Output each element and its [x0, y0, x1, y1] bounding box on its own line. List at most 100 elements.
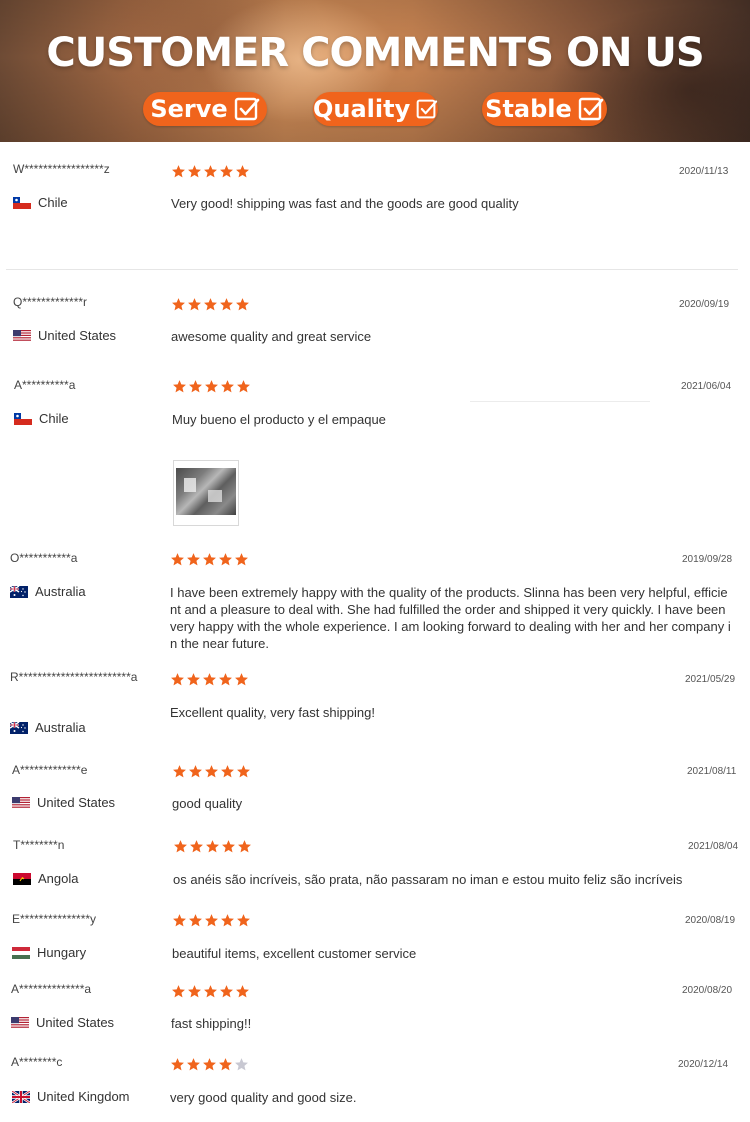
- reviewer-name: T********n: [13, 838, 65, 852]
- reviewer-name: R************************a: [10, 670, 138, 684]
- rating-stars: [170, 672, 249, 687]
- badge-stable: Stable: [482, 92, 607, 126]
- review-date: 2020/08/19: [685, 915, 736, 926]
- rating-stars: [172, 764, 251, 779]
- star-filled-icon: [220, 913, 235, 928]
- star-filled-icon: [236, 379, 251, 394]
- review-comment: os anéis são incríveis, são prata, não p…: [173, 872, 683, 887]
- star-filled-icon: [186, 552, 201, 567]
- star-filled-icon: [172, 379, 187, 394]
- flag-united-states-icon: [11, 1017, 29, 1029]
- star-filled-icon: [187, 164, 202, 179]
- star-filled-icon: [234, 672, 249, 687]
- flag-chile-icon: [14, 413, 32, 425]
- country-name: United States: [36, 1015, 115, 1030]
- review-date: 2021/05/29: [685, 674, 736, 685]
- star-filled-icon: [171, 297, 186, 312]
- reviewer-country: United States: [12, 795, 115, 810]
- review-date: 2020/09/19: [679, 299, 730, 310]
- country-name: Chile: [38, 195, 68, 210]
- reviewer-name: E***************y: [12, 912, 97, 926]
- review-photo: [176, 468, 236, 515]
- reviewer-country: United Kingdom: [12, 1089, 130, 1104]
- reviewer-name: A**********a: [14, 378, 76, 392]
- review-comment: very good quality and good size.: [170, 1090, 357, 1105]
- review-comment: fast shipping!!: [171, 1016, 252, 1031]
- reviewer-country: United States: [11, 1015, 114, 1030]
- flag-australia-icon: [10, 586, 28, 598]
- review-comment: beautiful items, excellent customer serv…: [172, 946, 417, 961]
- star-filled-icon: [204, 913, 219, 928]
- badge-serve: Serve: [143, 92, 267, 126]
- star-filled-icon: [170, 672, 185, 687]
- star-filled-icon: [236, 913, 251, 928]
- review-date: 2020/08/20: [682, 985, 733, 996]
- star-filled-icon: [173, 839, 188, 854]
- star-filled-icon: [219, 164, 234, 179]
- star-filled-icon: [204, 379, 219, 394]
- review-date: 2020/12/14: [678, 1059, 729, 1070]
- star-filled-icon: [203, 297, 218, 312]
- review-comment: Muy bueno el producto y el empaque: [172, 412, 386, 427]
- star-filled-icon: [202, 672, 217, 687]
- reviewer-country: Hungary: [12, 945, 86, 960]
- reviewer-name: O***********a: [10, 551, 78, 565]
- flag-united-states-icon: [13, 330, 31, 342]
- checkbox-check-icon: [416, 99, 438, 119]
- reviewer-country: Chile: [14, 411, 69, 426]
- star-filled-icon: [188, 913, 203, 928]
- review-comment: good quality: [172, 796, 243, 811]
- country-name: Angola: [38, 871, 79, 886]
- star-filled-icon: [235, 164, 250, 179]
- star-filled-icon: [235, 984, 250, 999]
- banner-title: CUSTOMER COMMENTS ON US: [46, 30, 704, 76]
- star-filled-icon: [218, 1057, 233, 1072]
- header-banner: CUSTOMER COMMENTS ON US Serve Quality St…: [0, 0, 750, 142]
- star-filled-icon: [205, 839, 220, 854]
- reviewer-country: Angola: [13, 871, 78, 886]
- star-filled-icon: [188, 764, 203, 779]
- star-filled-icon: [187, 984, 202, 999]
- review-comment: awesome quality and great service: [171, 329, 372, 344]
- rating-stars: [170, 552, 249, 567]
- star-filled-icon: [236, 764, 251, 779]
- flag-australia-icon: [10, 722, 28, 734]
- rating-stars: [170, 1057, 249, 1072]
- star-filled-icon: [219, 297, 234, 312]
- review-comment: Very good! shipping was fast and the goo…: [171, 196, 519, 211]
- star-filled-icon: [172, 913, 187, 928]
- star-filled-icon: [221, 839, 236, 854]
- review-date: 2019/09/28: [682, 554, 733, 565]
- country-name: United Kingdom: [37, 1089, 130, 1104]
- review-photo-thumbnail[interactable]: [173, 460, 239, 526]
- reviewer-name: A*************e: [12, 763, 88, 777]
- badge-label: Quality: [313, 95, 411, 123]
- star-filled-icon: [172, 764, 187, 779]
- star-filled-icon: [219, 984, 234, 999]
- rating-stars: [171, 164, 250, 179]
- review-date: 2021/08/04: [688, 841, 739, 852]
- review-comment: I have been extremely happy with the qua…: [170, 585, 731, 651]
- checkbox-check-icon: [234, 97, 259, 121]
- review-comment: Excellent quality, very fast shipping!: [170, 705, 375, 720]
- review-date: 2021/06/04: [681, 381, 732, 392]
- country-name: Australia: [35, 584, 86, 599]
- star-filled-icon: [218, 672, 233, 687]
- flag-united-kingdom-icon: [12, 1091, 30, 1103]
- reviewer-name: A**************a: [11, 982, 92, 996]
- country-name: United States: [38, 328, 117, 343]
- star-filled-icon: [202, 552, 217, 567]
- country-name: Hungary: [37, 945, 87, 960]
- star-filled-icon: [220, 764, 235, 779]
- star-filled-icon: [218, 552, 233, 567]
- badge-label: Stable: [485, 95, 572, 123]
- review-divider: [6, 269, 738, 270]
- badge-label: Serve: [150, 95, 228, 123]
- flag-united-states-icon: [12, 797, 30, 809]
- rating-stars: [172, 913, 251, 928]
- star-filled-icon: [186, 672, 201, 687]
- star-filled-icon: [188, 379, 203, 394]
- star-filled-icon: [202, 1057, 217, 1072]
- star-filled-icon: [186, 1057, 201, 1072]
- reviewer-country: United States: [13, 328, 116, 343]
